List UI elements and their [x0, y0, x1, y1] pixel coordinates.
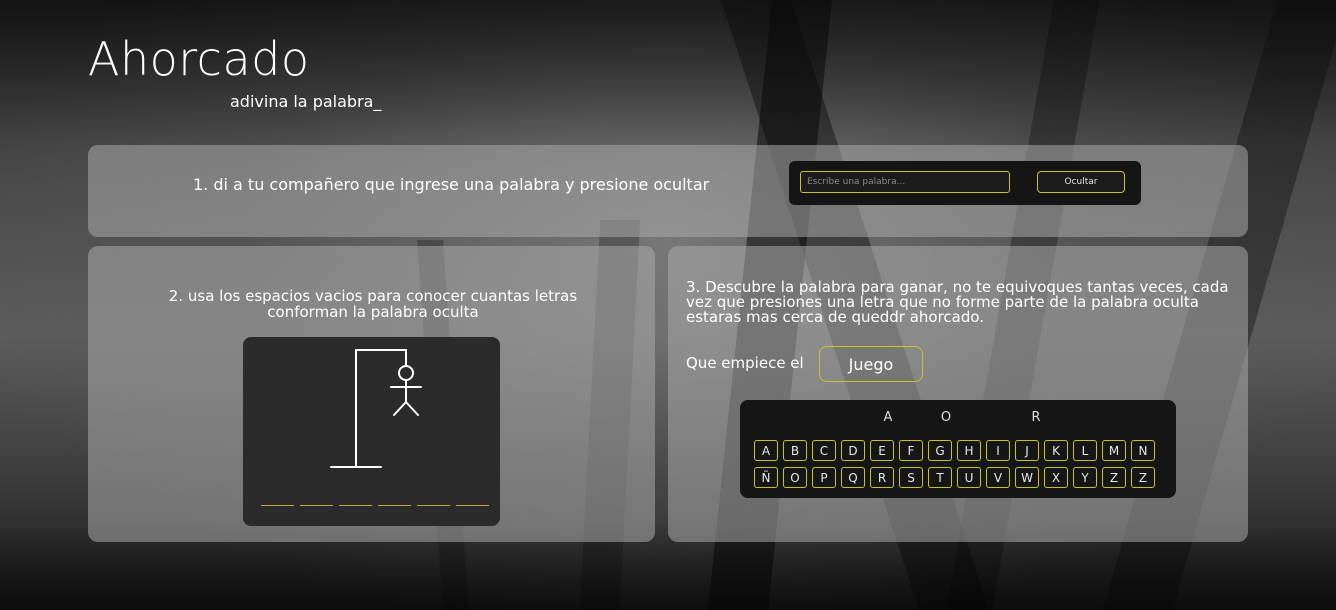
step3-panel: 3. Descubre la palabra para ganar, no te… — [668, 246, 1248, 542]
letter-key-b[interactable]: B — [783, 440, 807, 461]
letter-key-i[interactable]: I — [986, 440, 1010, 461]
letter-key-z[interactable]: Z — [1131, 467, 1155, 488]
letter-key-s[interactable]: S — [899, 467, 923, 488]
letter-key-x[interactable]: X — [1044, 467, 1068, 488]
letter-slot — [417, 505, 450, 506]
page-title: Ahorcado — [88, 32, 310, 86]
letter-key-e[interactable]: E — [870, 440, 894, 461]
gallows-display — [243, 337, 500, 526]
letter-key-o[interactable]: O — [783, 467, 807, 488]
letter-key-q[interactable]: Q — [841, 467, 865, 488]
letter-key-t[interactable]: T — [928, 467, 952, 488]
letter-key-z[interactable]: Z — [1102, 467, 1126, 488]
letter-key-m[interactable]: M — [1102, 440, 1126, 461]
page-subtitle: adivina la palabra_ — [230, 92, 382, 111]
keyboard-row-1: ABCDEFGHIJKLMN — [754, 440, 1155, 461]
letter-slots — [261, 505, 489, 506]
letter-key-h[interactable]: H — [957, 440, 981, 461]
letter-key-g[interactable]: G — [928, 440, 952, 461]
hangman-right-leg — [405, 401, 419, 416]
step1-instruction: 1. di a tu compañero que ingrese una pal… — [193, 175, 710, 194]
revealed-letters: AOR — [740, 410, 1176, 428]
letter-keyboard: AOR ABCDEFGHIJKLMN ÑOPQRSTUVWXYZZ — [740, 400, 1176, 498]
letter-key-d[interactable]: D — [841, 440, 865, 461]
letter-key-l[interactable]: L — [1073, 440, 1097, 461]
letter-key-ñ[interactable]: Ñ — [754, 467, 778, 488]
letter-key-u[interactable]: U — [957, 467, 981, 488]
revealed-letter: O — [940, 410, 952, 425]
revealed-letter: R — [1031, 410, 1041, 425]
letter-slot — [456, 505, 489, 506]
word-entry-box: Ocultar — [789, 161, 1141, 205]
start-label: Que empiece el — [686, 354, 804, 372]
step3-instruction: 3. Descubre la palabra para ganar, no te… — [686, 278, 1229, 326]
letter-key-j[interactable]: J — [1015, 440, 1039, 461]
step2-panel: 2. usa los espacios vacios para conocer … — [88, 246, 655, 542]
letter-key-v[interactable]: V — [986, 467, 1010, 488]
letter-slot — [261, 505, 294, 506]
step2-instruction: 2. usa los espacios vacios para conocer … — [168, 287, 578, 321]
game-button[interactable]: Juego — [819, 346, 923, 382]
revealed-letter: A — [883, 410, 893, 425]
word-input[interactable] — [800, 171, 1010, 193]
letter-key-w[interactable]: W — [1015, 467, 1039, 488]
hangman-head — [398, 365, 414, 381]
letter-key-c[interactable]: C — [812, 440, 836, 461]
letter-slot — [339, 505, 372, 506]
step1-panel: 1. di a tu compañero que ingrese una pal… — [88, 145, 1248, 237]
letter-key-y[interactable]: Y — [1073, 467, 1097, 488]
letter-key-n[interactable]: N — [1131, 440, 1155, 461]
letter-key-p[interactable]: P — [812, 467, 836, 488]
hide-button[interactable]: Ocultar — [1037, 171, 1125, 193]
keyboard-row-2: ÑOPQRSTUVWXYZZ — [754, 467, 1155, 488]
letter-key-r[interactable]: R — [870, 467, 894, 488]
hangman-drawing — [330, 349, 422, 468]
letter-slot — [378, 505, 411, 506]
hangman-left-leg — [393, 401, 407, 416]
letter-slot — [300, 505, 333, 506]
letter-key-f[interactable]: F — [899, 440, 923, 461]
letter-key-k[interactable]: K — [1044, 440, 1068, 461]
letter-key-a[interactable]: A — [754, 440, 778, 461]
